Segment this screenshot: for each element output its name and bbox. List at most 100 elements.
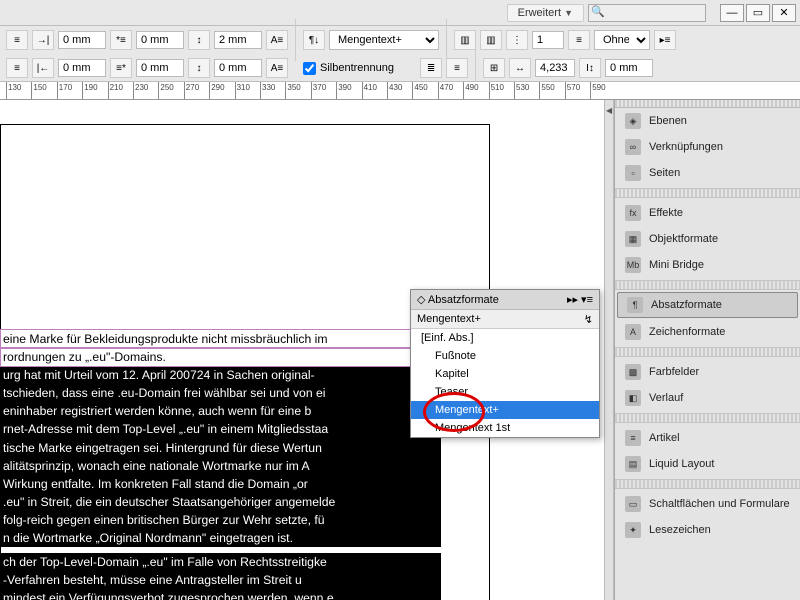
style-item[interactable]: Mengentext 1st bbox=[411, 419, 599, 437]
override-icon[interactable]: ↯ bbox=[584, 313, 593, 326]
panel-header[interactable]: ◇ Absatzformate ▸▸ ▾≡ bbox=[411, 290, 599, 310]
dropcap-chars-icon[interactable]: A≡ bbox=[266, 58, 288, 78]
current-style-row[interactable]: Mengentext+ ↯ bbox=[411, 310, 599, 329]
span-icon[interactable]: ≡ bbox=[568, 30, 590, 50]
panel-label: Zeichenformate bbox=[649, 326, 725, 338]
first-line-indent-input[interactable] bbox=[136, 31, 184, 49]
style-item[interactable]: Kapitel bbox=[411, 365, 599, 383]
panel-icon: ≡ bbox=[625, 430, 641, 446]
panel-icon: ¶ bbox=[627, 297, 643, 313]
panel-label: Verlauf bbox=[649, 392, 683, 404]
horiz-scale-input[interactable] bbox=[535, 59, 575, 77]
panel-separator bbox=[615, 188, 800, 198]
space-before-icon[interactable]: ↕ bbox=[188, 30, 210, 50]
indent-right-icon[interactable]: |← bbox=[32, 58, 54, 78]
panel-item[interactable]: ≡Artikel bbox=[615, 425, 800, 451]
panel-label: Mini Bridge bbox=[649, 259, 704, 271]
panel-icon: Mb bbox=[625, 257, 641, 273]
baseline-grid-icon[interactable]: ≣ bbox=[420, 58, 442, 78]
style-item[interactable]: [Einf. Abs.] bbox=[411, 329, 599, 347]
panel-icon: ▩ bbox=[625, 364, 641, 380]
paragraph[interactable]: rordnungen zu „.eu"-Domains. bbox=[1, 348, 441, 366]
paragraph-selected[interactable]: tische Marke eingetragen sei. Hintergrun… bbox=[1, 439, 441, 457]
col-count-input[interactable] bbox=[532, 31, 564, 49]
space-before-input[interactable] bbox=[214, 31, 262, 49]
panel-icon: fx bbox=[625, 205, 641, 221]
paragraph-selected[interactable]: eninhaber registriert werden könne, auch… bbox=[1, 402, 441, 420]
span-select[interactable]: Ohne bbox=[594, 30, 650, 50]
last-line-indent-icon[interactable]: ≡* bbox=[110, 58, 132, 78]
panel-icon: ✦ bbox=[625, 522, 641, 538]
hyphenation-checkbox[interactable]: Silbentrennung bbox=[303, 62, 394, 75]
paragraph-selected[interactable]: ch der Top-Level-Domain „.eu" im Falle v… bbox=[1, 553, 441, 571]
search-input[interactable] bbox=[588, 4, 706, 22]
align-right-icon[interactable]: ≡ bbox=[6, 58, 28, 78]
pilcrow-icon[interactable]: ¶↓ bbox=[303, 30, 325, 50]
paragraph-selected[interactable]: rnet-Adresse mit dem Top-Level „.eu" in … bbox=[1, 420, 441, 438]
baseline-ignore-icon[interactable]: ≡ bbox=[446, 58, 468, 78]
panel-item[interactable]: Mb Mini Bridge bbox=[615, 252, 800, 278]
paragraph-selected[interactable]: urg hat mit Urteil vom 12. April 200724 … bbox=[1, 366, 441, 384]
panel-item[interactable]: ▭Schaltflächen und Formulare bbox=[615, 491, 800, 517]
panel-item[interactable]: fx Effekte bbox=[615, 200, 800, 226]
panel-item[interactable]: ▦Objektformate bbox=[615, 226, 800, 252]
menu-icon[interactable]: ▸≡ bbox=[654, 30, 676, 50]
space-after-input[interactable] bbox=[214, 59, 262, 77]
panel-collapse-strip[interactable]: ◀ bbox=[604, 100, 614, 600]
paragraph-selected[interactable]: -Verfahren besteht, müsse eine Antragste… bbox=[1, 571, 441, 589]
columns-icon[interactable]: ▥ bbox=[454, 30, 476, 50]
dropcap-icon[interactable]: A≡ bbox=[266, 30, 288, 50]
panel-item[interactable]: ▫Seiten bbox=[615, 160, 800, 186]
minimize-button[interactable]: — bbox=[720, 4, 744, 22]
paragraph-selected[interactable]: alitätsprinzip, wonach eine nationale Wo… bbox=[1, 457, 441, 475]
panel-label: Schaltflächen und Formulare bbox=[649, 498, 790, 510]
paragraph-selected[interactable]: n die Wortmarke „Original Nordmann" eing… bbox=[1, 529, 441, 547]
first-line-indent-icon[interactable]: *≡ bbox=[110, 30, 132, 50]
style-item[interactable]: Mengentext+ bbox=[411, 401, 599, 419]
panel-item[interactable]: ✦Lesezeichen bbox=[615, 517, 800, 543]
horizontal-ruler: 1301501701902102302502702903103303503703… bbox=[0, 82, 800, 100]
panel-item[interactable]: ▩Farbfelder bbox=[615, 359, 800, 385]
space-after-icon[interactable]: ↕ bbox=[188, 58, 210, 78]
workspace-switcher[interactable]: Erweitert ▼ bbox=[507, 4, 584, 22]
panel-separator bbox=[615, 479, 800, 489]
indent-left-icon[interactable]: →| bbox=[32, 30, 54, 50]
panel-label: Effekte bbox=[649, 207, 683, 219]
grid-align-icon[interactable]: ⊞ bbox=[483, 58, 505, 78]
paragraph-selected[interactable]: mindest ein Verfügungsverbot zugesproche… bbox=[1, 589, 441, 600]
last-line-indent-input[interactable] bbox=[136, 59, 184, 77]
panel-item[interactable]: AZeichenformate bbox=[615, 319, 800, 345]
col-count-icon[interactable]: ⋮ bbox=[506, 30, 528, 50]
horiz-scale-icon[interactable]: ↔ bbox=[509, 58, 531, 78]
baseline-shift-input[interactable] bbox=[605, 59, 653, 77]
indent-right-input[interactable] bbox=[58, 59, 106, 77]
panel-item[interactable]: ¶Absatzformate bbox=[617, 292, 798, 318]
panel-icon: ◈ bbox=[625, 113, 641, 129]
indent-left-input[interactable] bbox=[58, 31, 106, 49]
text-frame[interactable]: eine Marke für Bekleidungsprodukte nicht… bbox=[1, 330, 441, 600]
style-item[interactable]: Teaser bbox=[411, 383, 599, 401]
align-left-icon[interactable]: ≡ bbox=[6, 30, 28, 50]
panel-label: Ebenen bbox=[649, 115, 687, 127]
close-button[interactable]: ✕ bbox=[772, 4, 796, 22]
panel-label: Verknüpfungen bbox=[649, 141, 723, 153]
columns-icon-2[interactable]: ▥ bbox=[480, 30, 502, 50]
panel-menu-icon[interactable]: ▸▸ ▾≡ bbox=[567, 293, 593, 306]
paragraph-selected[interactable]: .eu" in Streit, die ein deutscher Staats… bbox=[1, 493, 441, 511]
panel-item[interactable]: ▤Liquid Layout bbox=[615, 451, 800, 477]
paragraph[interactable]: eine Marke für Bekleidungsprodukte nicht… bbox=[1, 330, 441, 348]
paragraph-selected[interactable]: Wirkung entfalte. Im konkreten Fall stan… bbox=[1, 475, 441, 493]
panel-grip[interactable] bbox=[615, 100, 800, 108]
paragraph-selected[interactable]: folg-reich gegen einen britischen Bürger… bbox=[1, 511, 441, 529]
panel-icon: ◧ bbox=[625, 390, 641, 406]
panel-item[interactable]: ◈ Ebenen bbox=[615, 108, 800, 134]
panel-item[interactable]: ∞Verknüpfungen bbox=[615, 134, 800, 160]
paragraph-styles-panel[interactable]: ◇ Absatzformate ▸▸ ▾≡ Mengentext+ ↯ [Ein… bbox=[410, 289, 600, 438]
panel-separator bbox=[615, 280, 800, 290]
panel-item[interactable]: ◧ Verlauf bbox=[615, 385, 800, 411]
baseline-shift-icon[interactable]: I↕ bbox=[579, 58, 601, 78]
style-item[interactable]: Fußnote bbox=[411, 347, 599, 365]
paragraph-selected[interactable]: tschieden, dass eine .eu-Domain frei wäh… bbox=[1, 384, 441, 402]
maximize-button[interactable]: ▭ bbox=[746, 4, 770, 22]
para-style-select[interactable]: Mengentext+ bbox=[329, 30, 439, 50]
